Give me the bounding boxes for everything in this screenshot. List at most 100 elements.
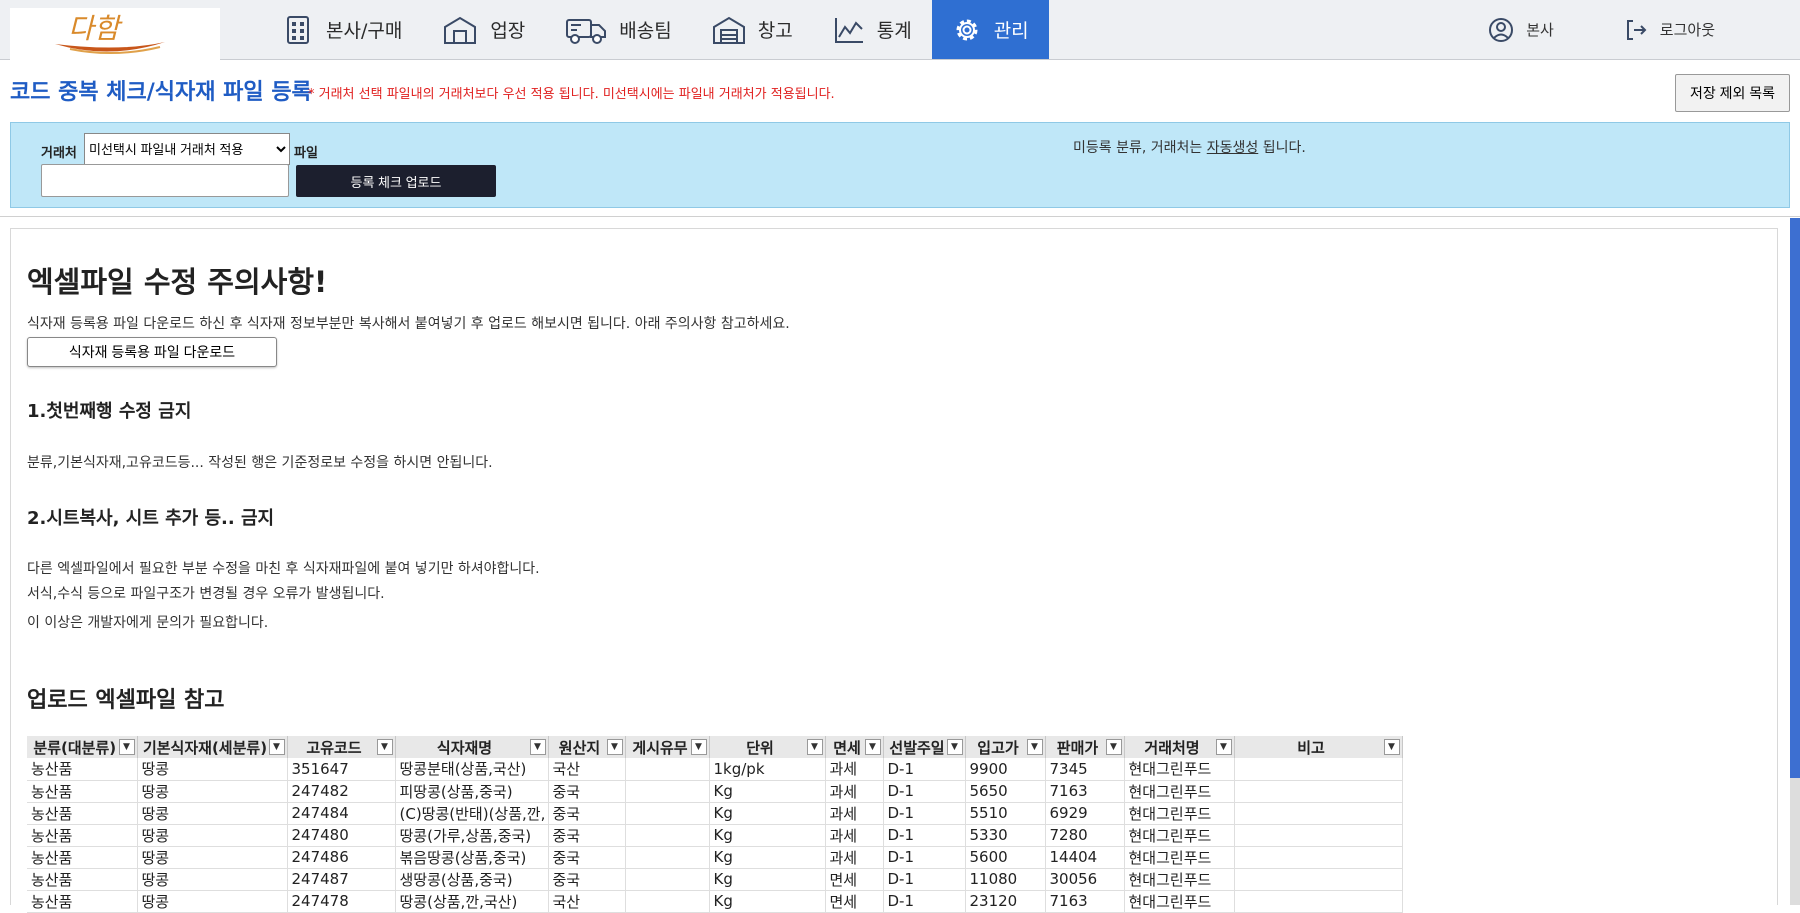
nav-label: 통계 — [876, 20, 912, 42]
table-cell: 농산품 — [27, 868, 138, 891]
column-header-label: 분류(대분류) — [33, 738, 117, 757]
column-header: 원산지 ▼ — [548, 736, 626, 758]
table-cell — [1234, 846, 1403, 869]
table-cell: 면세 — [825, 868, 884, 891]
table-cell: 땅콩 — [137, 758, 288, 781]
column-header: 단위 ▼ — [709, 736, 826, 758]
svg-text:다함: 다함 — [68, 12, 123, 45]
filter-dropdown-icon[interactable]: ▼ — [606, 739, 623, 755]
table-cell: 247484 — [287, 802, 396, 825]
user-label: 본사 — [1526, 21, 1554, 39]
nav-statistics[interactable]: 통계 — [813, 0, 932, 59]
column-header: 고유코드 ▼ — [287, 736, 396, 758]
filter-dropdown-icon[interactable]: ▼ — [946, 739, 963, 755]
table-cell: 농산품 — [27, 758, 138, 781]
table-cell: 땅콩 — [137, 780, 288, 803]
truck-icon — [566, 18, 607, 44]
nav-hq-purchase[interactable]: 본사/구매 — [262, 0, 422, 59]
nav-label: 업장 — [490, 20, 526, 42]
user-menu: 본사 로그아웃 — [1453, 0, 1750, 59]
table-cell: 생땅콩(상품,중국) — [395, 868, 549, 891]
table-cell: 땅콩 — [137, 802, 288, 825]
table-cell: 과세 — [825, 846, 884, 869]
filter-dropdown-icon[interactable]: ▼ — [1383, 739, 1400, 755]
table-cell: 5650 — [965, 780, 1046, 803]
filter-dropdown-icon[interactable]: ▼ — [268, 739, 285, 755]
download-template-button[interactable]: 식자재 등록용 파일 다운로드 — [27, 337, 277, 367]
user-profile-link[interactable]: 본사 — [1453, 0, 1589, 59]
logout-link[interactable]: 로그아웃 — [1589, 0, 1750, 59]
filter-dropdown-icon[interactable]: ▼ — [376, 739, 393, 755]
filter-dropdown-icon[interactable]: ▼ — [1105, 739, 1122, 755]
table-cell: 땅콩분태(상품,국산) — [395, 758, 549, 781]
file-input[interactable] — [41, 164, 289, 197]
column-header: 비고 ▼ — [1234, 736, 1403, 758]
sheet-header-row: 분류(대분류) ▼ 기본식자재(세분류) ▼ 고유코드 ▼ 식자재명 ▼ 원산지 ▼ 게시유무 ▼ 단위… — [27, 736, 1403, 758]
divider — [0, 216, 1800, 217]
vendor-select[interactable]: 미선택시 파일내 거래처 적용 — [84, 133, 290, 165]
table-cell: 농산품 — [27, 824, 138, 847]
table-cell: Kg — [709, 824, 826, 847]
table-cell: 중국 — [548, 802, 626, 825]
table-cell: D-1 — [883, 780, 966, 803]
column-header: 입고가 ▼ — [965, 736, 1046, 758]
table-cell: Kg — [709, 868, 826, 891]
column-header-label: 게시유무 — [632, 738, 688, 757]
table-cell: 농산품 — [27, 846, 138, 869]
table-cell — [1234, 890, 1403, 913]
table-cell: 현대그린푸드 — [1124, 868, 1235, 891]
table-cell: 현대그린푸드 — [1124, 890, 1235, 913]
instructions-content: 엑셀파일 수정 주의사항! 식자재 등록용 파일 다운로드 하신 후 식자재 정… — [10, 228, 1778, 913]
table-cell: 땅콩(상품,깐,국산) — [395, 890, 549, 913]
sample-sheet-table: 분류(대분류) ▼ 기본식자재(세분류) ▼ 고유코드 ▼ 식자재명 ▼ 원산지 ▼ 게시유무 ▼ 단위… — [27, 736, 1403, 913]
table-cell: 국산 — [548, 890, 626, 913]
logout-icon — [1626, 19, 1647, 40]
company-logo[interactable]: 다함 — [10, 8, 220, 60]
table-cell: Kg — [709, 890, 826, 913]
upload-check-button[interactable]: 등록 체크 업로드 — [296, 165, 496, 197]
table-cell: 23120 — [965, 890, 1046, 913]
table-cell: 현대그린푸드 — [1124, 802, 1235, 825]
table-cell: 11080 — [965, 868, 1046, 891]
table-cell — [1234, 824, 1403, 847]
table-cell: 과세 — [825, 824, 884, 847]
page-title: 코드 중복 체크/식자재 파일 등록 — [10, 80, 312, 105]
column-header: 판매가 ▼ — [1045, 736, 1125, 758]
chart-icon — [834, 17, 863, 43]
filter-dropdown-icon[interactable]: ▼ — [690, 739, 707, 755]
nav-delivery[interactable]: 배송팀 — [545, 0, 691, 59]
column-header-label: 단위 — [746, 738, 774, 757]
table-cell — [625, 758, 710, 781]
table-row: 농산품 땅콩 351647 땅콩분태(상품,국산) 국산 1kg/pk 과세 D-1 9900 7… — [27, 758, 1403, 781]
table-cell: 국산 — [548, 758, 626, 781]
column-header-label: 입고가 — [977, 738, 1019, 757]
scrollbar-thumb[interactable] — [1790, 218, 1800, 778]
file-label: 파일 — [294, 146, 318, 161]
table-cell: 현대그린푸드 — [1124, 780, 1235, 803]
filter-dropdown-icon[interactable]: ▼ — [806, 739, 823, 755]
rule1-text: 분류,기본식자재,고유코드등... 작성된 행은 기준정로보 수정을 하시면 안… — [27, 455, 493, 471]
top-navigation-bar: 다함 본사/구매 업장 배송팀 창고 통계 관리 본사 로그아웃 — [0, 0, 1800, 60]
nav-management[interactable]: 관리 — [931, 0, 1049, 59]
rule2-text-2: 서식,수식 등으로 파일구조가 변경될 경우 오류가 발생됩니다. — [27, 586, 385, 602]
nav-store[interactable]: 업장 — [422, 0, 545, 59]
table-cell: 247478 — [287, 890, 396, 913]
table-cell: 30056 — [1045, 868, 1125, 891]
filter-dropdown-icon[interactable]: ▼ — [864, 739, 881, 755]
filter-dropdown-icon[interactable]: ▼ — [118, 739, 135, 755]
excluded-list-button[interactable]: 저장 제외 목록 — [1675, 74, 1790, 112]
column-header: 기본식자재(세분류) ▼ — [137, 736, 288, 758]
logout-label: 로그아웃 — [1659, 21, 1715, 39]
table-cell: D-1 — [883, 758, 966, 781]
intro-text: 식자재 등록용 파일 다운로드 하신 후 식자재 정보부분만 복사해서 붙여넣기… — [27, 316, 790, 332]
caution-heading: 엑셀파일 수정 주의사항! — [27, 265, 328, 299]
filter-dropdown-icon[interactable]: ▼ — [1215, 739, 1232, 755]
building-icon — [287, 15, 309, 44]
table-cell: Kg — [709, 780, 826, 803]
filter-dropdown-icon[interactable]: ▼ — [529, 739, 546, 755]
column-header: 게시유무 ▼ — [625, 736, 710, 758]
table-cell: 7163 — [1045, 890, 1125, 913]
nav-warehouse[interactable]: 창고 — [692, 0, 813, 59]
filter-dropdown-icon[interactable]: ▼ — [1026, 739, 1043, 755]
column-header-label: 선발주일 — [889, 738, 945, 757]
